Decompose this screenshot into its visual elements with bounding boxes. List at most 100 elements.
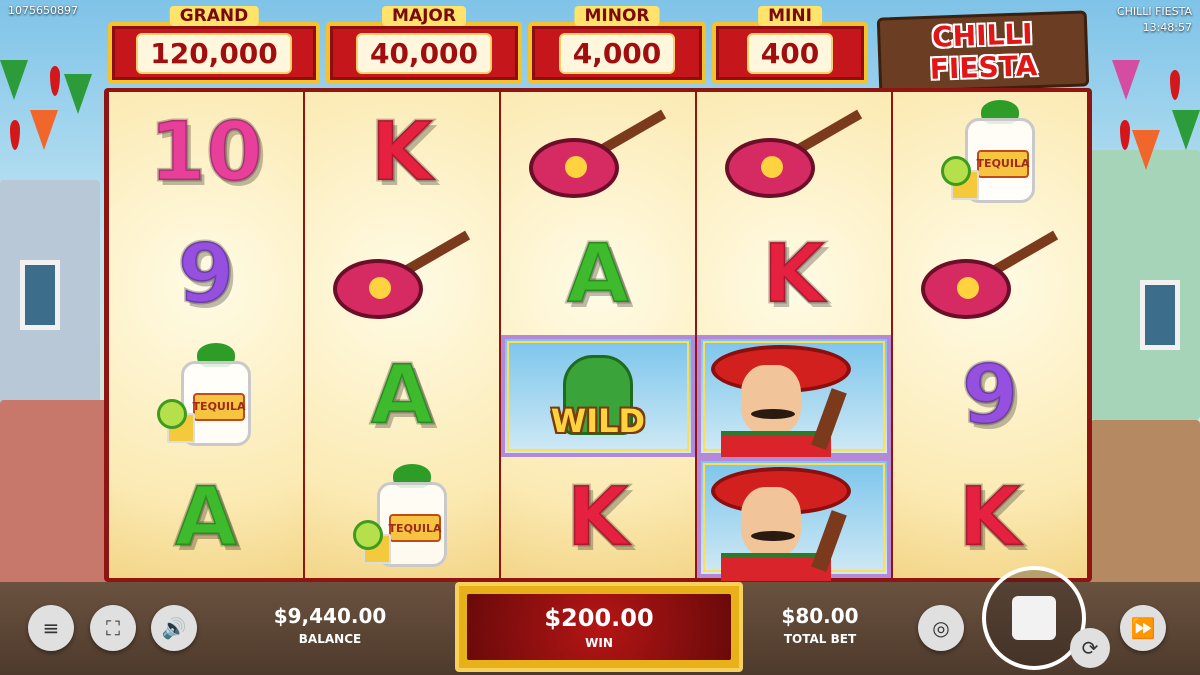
- symbol-mariachi: [697, 456, 891, 581]
- fullscreen-icon: ⛶: [106, 616, 120, 640]
- win-value: $200.00: [544, 604, 654, 632]
- symbol-10: 10: [109, 92, 303, 214]
- symbol-letter: 10: [147, 104, 264, 202]
- balance-value: $9,440.00: [273, 604, 387, 628]
- background-house: [0, 400, 110, 600]
- total-bet-display[interactable]: $80.00 TOTAL BET: [750, 604, 890, 646]
- guitar-icon: [915, 229, 1065, 320]
- game-logo: CHILLI FIESTA: [876, 10, 1090, 94]
- jackpot-value: 4,000: [558, 32, 676, 74]
- symbol-a: A: [109, 457, 303, 579]
- chili-decoration: [10, 120, 20, 150]
- turbo-button[interactable]: ⏩: [1120, 605, 1166, 651]
- symbol-letter: K: [957, 468, 1024, 566]
- bet-settings-button[interactable]: ◎: [918, 605, 964, 651]
- jackpot-grand: GRAND 120,000: [108, 6, 320, 84]
- logo-line: CHILLI: [931, 17, 1034, 54]
- symbol-k: K: [697, 214, 891, 336]
- jackpot-value: 40,000: [355, 32, 493, 74]
- win-display: $200.00 WIN: [455, 582, 743, 672]
- symbol-letter: K: [565, 468, 632, 566]
- reel-5: TEQUILA 9 K: [893, 92, 1087, 578]
- symbol-a: A: [501, 214, 695, 336]
- symbol-tequila: TEQUILA: [109, 335, 303, 457]
- jackpot-minor: MINOR 4,000: [528, 6, 706, 84]
- symbol-mariachi: [697, 335, 891, 459]
- tequila-label: TEQUILA: [389, 514, 441, 543]
- reel-grid: 10 9 TEQUILA A K A TEQUILA A WILD K K TEQUILA 9 K: [104, 88, 1092, 582]
- fast-forward-icon: ⏩: [1130, 616, 1156, 640]
- jackpot-label: MINI: [758, 6, 822, 26]
- bunting-flag: [1112, 60, 1140, 100]
- symbol-letter: K: [761, 225, 828, 323]
- total-bet-value: $80.00: [781, 604, 859, 628]
- tequila-icon: TEQUILA: [347, 462, 457, 572]
- stop-icon: [1012, 596, 1056, 640]
- tequila-label: TEQUILA: [977, 149, 1029, 178]
- symbol-k: K: [501, 457, 695, 579]
- background-window: [1140, 280, 1180, 350]
- jackpot-label: GRAND: [169, 6, 259, 26]
- symbol-9: 9: [893, 335, 1087, 457]
- top-info: CHILLI FIESTA 13:48:57: [1117, 4, 1192, 36]
- bunting-flag: [30, 110, 58, 150]
- reel-3: A WILD K: [501, 92, 695, 578]
- background-left: [0, 0, 110, 600]
- symbol-letter: A: [173, 468, 239, 566]
- sound-button[interactable]: 🔊: [151, 605, 197, 651]
- guitar-icon: [719, 108, 869, 198]
- chili-decoration: [1120, 120, 1130, 150]
- mariachi-icon: [701, 461, 887, 581]
- balance-label: BALANCE: [298, 632, 362, 646]
- symbol-letter: A: [369, 347, 435, 445]
- session-id: 1075650897: [8, 4, 78, 17]
- symbol-guitar: [501, 92, 695, 214]
- symbol-tequila: TEQUILA: [893, 92, 1087, 214]
- menu-button[interactable]: ≡: [28, 605, 74, 651]
- bunting-flag: [0, 60, 28, 100]
- mariachi-icon: [701, 339, 887, 459]
- background-house: [1090, 420, 1200, 600]
- symbol-guitar: [893, 214, 1087, 336]
- symbol-tequila: TEQUILA: [305, 457, 499, 579]
- balance-display: $9,440.00 BALANCE: [260, 604, 400, 646]
- chili-decoration: [50, 66, 60, 96]
- symbol-k: K: [305, 92, 499, 214]
- symbol-a: A: [305, 335, 499, 457]
- guitar-icon: [523, 108, 673, 198]
- symbol-guitar: [697, 92, 891, 214]
- bunting-flag: [64, 74, 92, 114]
- total-bet-label: TOTAL BET: [783, 632, 857, 646]
- jackpot-value: 120,000: [136, 32, 292, 74]
- jackpot-label: MINOR: [574, 6, 660, 26]
- background-right: [1090, 0, 1200, 600]
- speaker-icon: 🔊: [161, 616, 187, 640]
- autoplay-button[interactable]: ⟳: [1070, 628, 1110, 668]
- guitar-icon: [327, 229, 477, 320]
- autoplay-icon: ⟳: [1081, 636, 1099, 660]
- win-label: WIN: [585, 636, 613, 650]
- fullscreen-button[interactable]: ⛶: [90, 605, 136, 651]
- tequila-icon: TEQUILA: [151, 341, 261, 451]
- win-panel: $200.00 WIN: [467, 594, 731, 660]
- symbol-letter: A: [565, 225, 631, 323]
- reel-4: K: [697, 92, 891, 581]
- bunting-flag: [1172, 110, 1200, 150]
- symbol-9: 9: [109, 214, 303, 336]
- menu-icon: ≡: [42, 616, 60, 640]
- symbol-letter: 9: [176, 225, 236, 323]
- symbol-letter: K: [369, 104, 436, 202]
- coins-icon: ◎: [932, 616, 950, 640]
- bunting-flag: [1132, 130, 1160, 170]
- symbol-k: K: [893, 457, 1087, 579]
- reel-2: K A TEQUILA: [305, 92, 499, 578]
- chili-decoration: [1170, 70, 1180, 100]
- tequila-icon: TEQUILA: [935, 98, 1045, 208]
- wild-label: WILD: [550, 401, 646, 440]
- symbol-letter: 9: [960, 347, 1020, 445]
- tequila-label: TEQUILA: [193, 392, 245, 421]
- game-title: CHILLI FIESTA: [1116, 5, 1192, 18]
- logo-line: FIESTA: [929, 49, 1038, 86]
- clock: 13:48:57: [1142, 21, 1192, 34]
- jackpot-mini: MINI 400: [712, 6, 868, 84]
